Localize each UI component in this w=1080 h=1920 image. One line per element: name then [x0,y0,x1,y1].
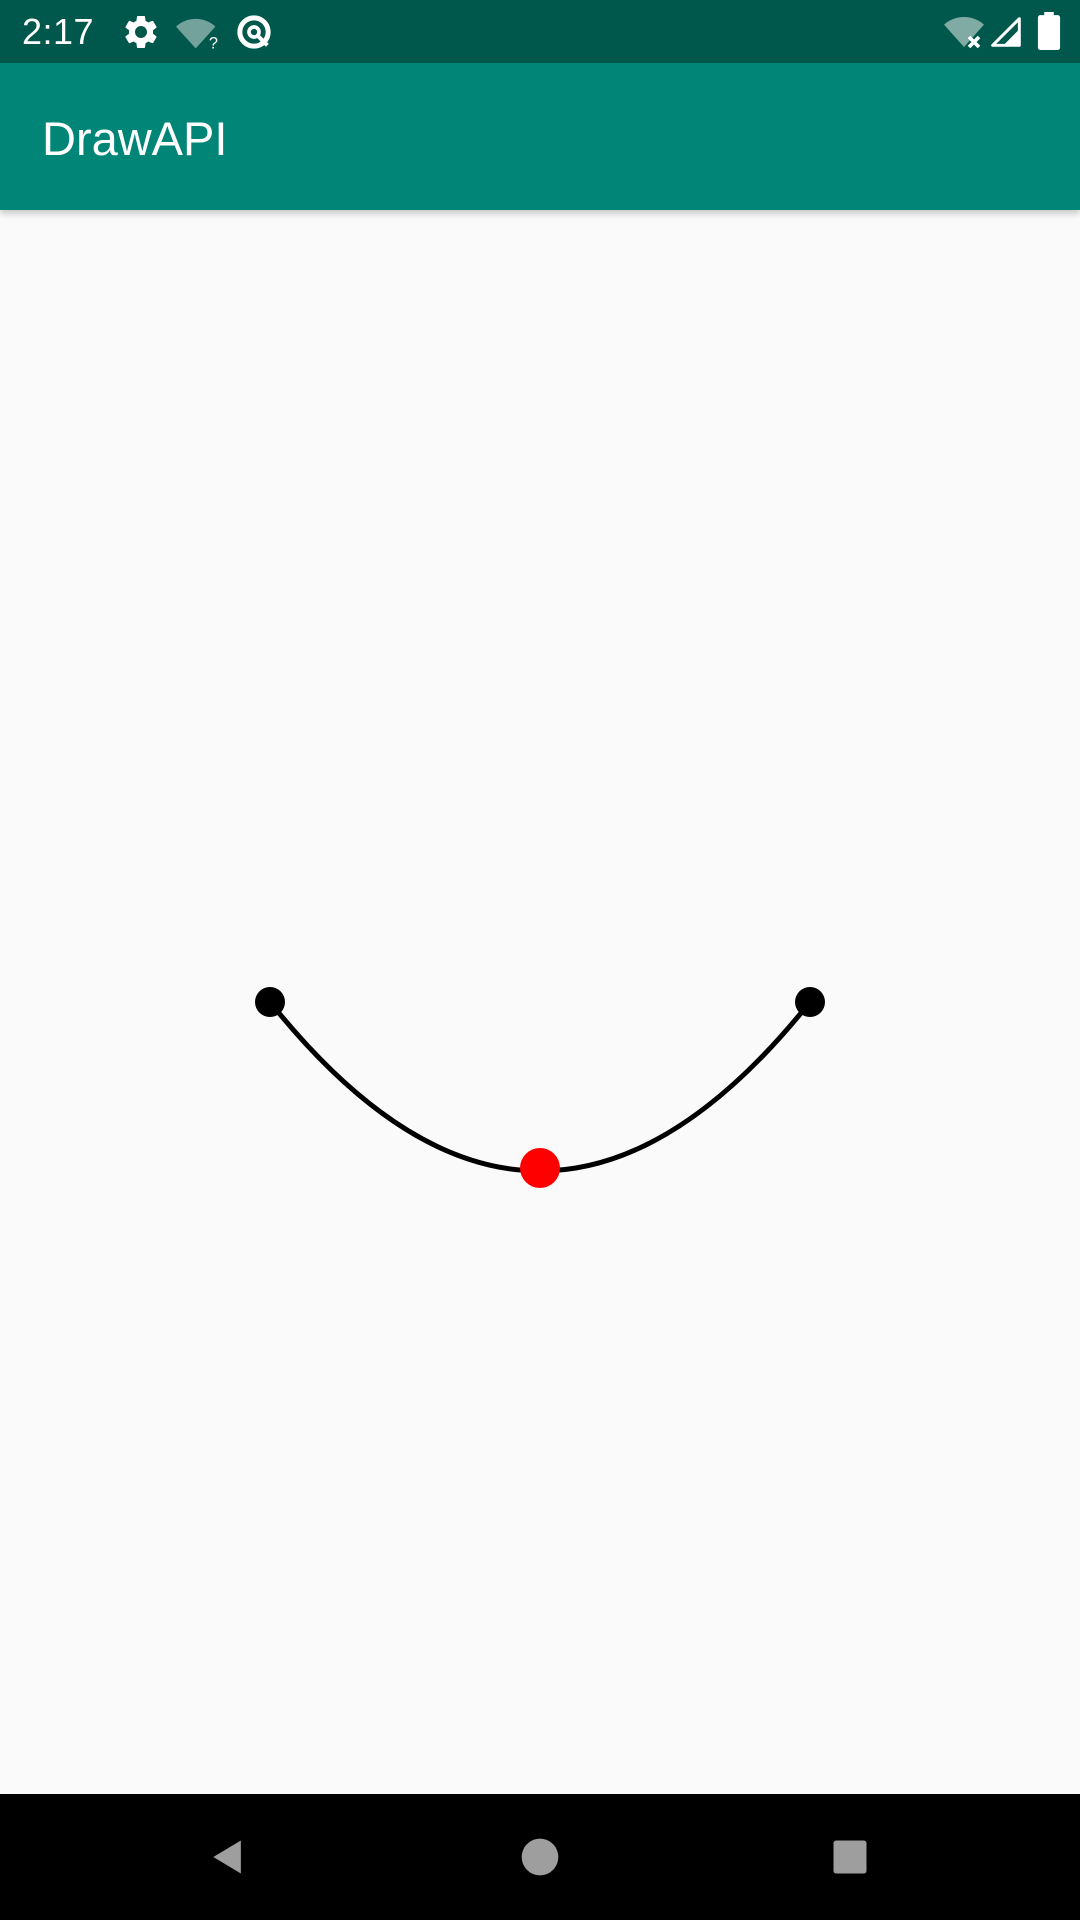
status-time: 2:17 [22,11,95,52]
navigation-bar [0,1794,1080,1920]
back-button[interactable] [198,1827,258,1887]
settings-icon [125,15,157,48]
drawing-area[interactable] [0,210,1080,1794]
battery-icon [1037,12,1061,50]
app-title: DrawAPI [42,112,228,165]
wifi-unknown-icon: ? [176,18,218,52]
bezier-curve [267,999,813,1174]
wifi-off-icon [944,17,984,49]
svg-text:?: ? [209,34,218,52]
control-point-handle[interactable] [520,1148,560,1188]
data-saver-icon [237,15,271,49]
signal-icon [991,17,1021,47]
recents-button[interactable] [820,1827,880,1887]
device-screen: 2:17 ? DrawAPI [0,0,1080,1920]
status-bar: 2:17 ? [0,0,1080,63]
bezier-canvas[interactable] [0,210,1080,1794]
home-icon [521,1838,559,1876]
recents-icon [833,1840,867,1874]
back-icon [213,1840,241,1874]
home-button[interactable] [510,1827,570,1887]
start-point-handle[interactable] [255,987,285,1017]
end-point-handle[interactable] [795,987,825,1017]
app-bar: DrawAPI [0,63,1080,210]
